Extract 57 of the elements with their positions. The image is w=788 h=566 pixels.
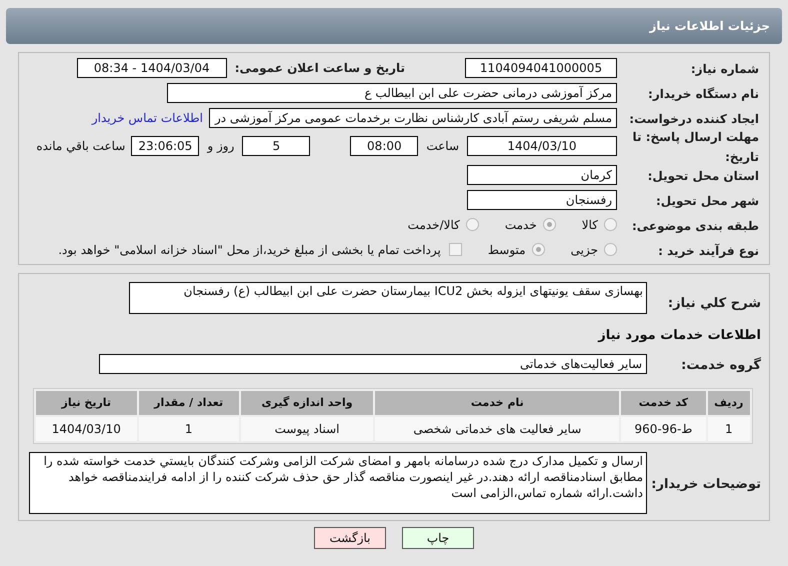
buyer-contact-link[interactable]: اطلاعات تماس خریدار [92, 108, 203, 126]
section-heading: اطلاعات خدمات مورد نیاز [598, 328, 761, 343]
back-button[interactable]: بازگشت [314, 527, 386, 549]
text-field[interactable]: سایر فعالیت‌های خدماتی [99, 354, 647, 374]
field-label: گروه خدمت: [681, 358, 761, 373]
column-header: تعداد / مقدار [138, 391, 239, 415]
checkbox-label: پرداخت تمام یا بخشی از مبلغ خرید،از محل "اسناد خزانه اسلامی" خواهد بود. [58, 242, 441, 258]
table-cell: ط-96-960 [621, 417, 706, 441]
column-header: ردیف [708, 391, 750, 415]
column-header: نام خدمت [375, 391, 620, 415]
days-label: روز و [207, 138, 234, 155]
radio-button[interactable] [604, 218, 617, 231]
field-label: شماره نیاز: [690, 62, 759, 76]
field-label: تاریخ و ساعت اعلان عمومی: [234, 60, 405, 76]
field-label: نوع فرآیند خرید : [658, 244, 759, 258]
table-cell: 1 [708, 417, 750, 441]
field-label: نام دستگاه خریدار: [648, 86, 759, 100]
field-label: شرح کلي نیاز: [668, 296, 761, 311]
radio-label: کالا/خدمت [408, 216, 460, 234]
field-label: استان محل تحویل: [648, 168, 759, 182]
column-header: کد خدمت [621, 391, 706, 415]
field-label: مهلت ارسال پاسخ: تا تاریخ: [632, 130, 759, 164]
radio-button[interactable] [532, 243, 545, 256]
radio-label: جزیی [570, 242, 598, 258]
radio-label: کالا [582, 216, 598, 234]
remaining-time-field[interactable]: 23:06:05 [131, 136, 200, 156]
radio-label: متوسط [488, 242, 526, 258]
field-label: ایجاد کننده درخواست: [629, 112, 759, 126]
buyer-notes-textarea[interactable]: ارسال و تکمیل مدارک درج شده درسامانه بامهر و امضای شرکت الزامی وشرکت کنندگان بایستي خدمت خواسته شده را مطابق اسنادمناقصه ارائه دهند.در غیر اینصورت مناقصه گذار حق حذف شرکت کننده را از ادامه فرایندمناقصه خواهد داشت.ارائه شماره تماس،الزامی است [29, 452, 647, 514]
checkbox[interactable] [448, 243, 462, 256]
radio-button[interactable] [466, 218, 479, 231]
field-label: شهر محل تحویل: [656, 194, 759, 208]
print-button[interactable]: چاپ [402, 527, 474, 549]
text-field[interactable]: 1104094041000005 [465, 58, 617, 78]
table-cell: 1404/03/10 [36, 417, 137, 441]
description-textarea[interactable]: بهسازی سقف یونیتهای ایزوله بخش ICU2 بیمارستان حضرت علی ابن ابیطالب (ع) رفسنجان [129, 282, 647, 314]
page-title: جزئیات اطلاعات نیاز [649, 18, 770, 35]
text-field[interactable]: 08:00 [350, 136, 418, 156]
column-header: تاریخ نیاز [36, 391, 137, 415]
radio-button[interactable] [542, 218, 556, 231]
radio-label: خدمت [504, 216, 537, 234]
text-field[interactable]: کرمان [467, 164, 617, 184]
text-field[interactable]: 1404/03/04 - 08:34 [76, 58, 227, 78]
table-cell: اسناد پیوست [240, 417, 374, 441]
text-field[interactable]: 1404/03/10 [467, 136, 617, 156]
table-cell: سایر فعالیت های خدماتی شخصی [375, 417, 620, 441]
text-field[interactable]: مسلم شریفی رستم آبادی کارشناس نظارت برخدمات عمومی مرکز آموزشی در [209, 108, 617, 128]
remaining-label: ساعت باقي مانده [36, 138, 126, 155]
radio-button[interactable] [604, 243, 617, 256]
text-field[interactable]: مرکز آموزشی درمانی حضرت علی ابن ابیطالب ع [167, 82, 617, 102]
time-label: ساعت [426, 138, 459, 155]
text-field[interactable]: 5 [242, 136, 310, 156]
field-label: طبقه بندی موضوعی: [632, 218, 759, 232]
field-label: توضیحات خریدار: [651, 477, 761, 492]
table-cell: 1 [138, 417, 239, 441]
text-field[interactable]: رفسنجان [467, 190, 617, 210]
column-header: واحد اندازه گیری [240, 391, 374, 415]
